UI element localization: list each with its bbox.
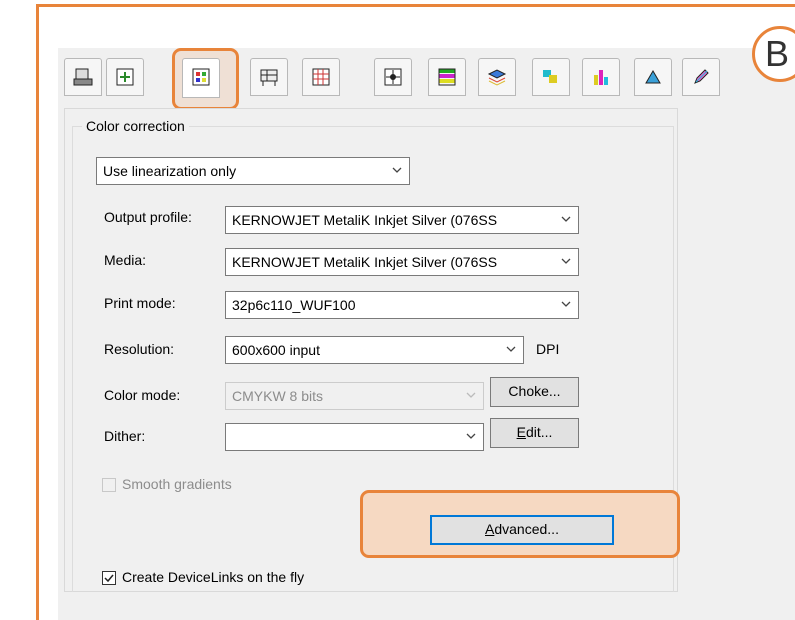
- tab-color-bars[interactable]: [428, 58, 466, 96]
- tab-grid[interactable]: [302, 58, 340, 96]
- tab-gamut[interactable]: [634, 58, 672, 96]
- tab-color-blocks[interactable]: [532, 58, 570, 96]
- media-value: KERNOWJET MetaliK Inkjet Silver (076SS: [232, 254, 498, 270]
- color-mode-value: CMYKW 8 bits: [232, 388, 324, 404]
- advanced-label-rest: dvanced...: [494, 521, 559, 537]
- tab-layers[interactable]: [478, 58, 516, 96]
- choke-button[interactable]: Choke...: [490, 377, 579, 407]
- resolution-select[interactable]: 600x600 input: [225, 336, 524, 364]
- target-icon: [384, 68, 402, 86]
- edit-label-rest: dit...: [525, 424, 553, 440]
- color-correction-icon: [192, 68, 210, 86]
- group-label: Color correction: [82, 118, 189, 134]
- create-devicelinks-label: Create DeviceLinks on the fly: [122, 569, 305, 585]
- tab-printer-setup[interactable]: [250, 58, 288, 96]
- checkmark-icon: [104, 574, 114, 583]
- chevron-down-icon: [506, 346, 516, 352]
- color-blocks-icon: [543, 70, 557, 83]
- dither-select[interactable]: [225, 423, 484, 451]
- smooth-gradients-label: Smooth gradients: [122, 476, 232, 492]
- media-label: Media:: [104, 252, 147, 268]
- output-profile-select[interactable]: KERNOWJET MetaliK Inkjet Silver (076SS: [225, 206, 579, 234]
- gamut-icon: [645, 70, 661, 84]
- chevron-down-icon: [561, 216, 571, 222]
- resolution-value: 600x600 input: [232, 342, 320, 358]
- printer-icon: [73, 68, 93, 86]
- dither-label: Dither:: [104, 428, 146, 444]
- output-profile-value: KERNOWJET MetaliK Inkjet Silver (076SS: [232, 212, 498, 228]
- create-devicelinks-checkbox[interactable]: [102, 571, 116, 585]
- page-layout-icon: [116, 68, 134, 86]
- tab-target[interactable]: [374, 58, 412, 96]
- color-bars-icon: [438, 68, 456, 86]
- correction-mode-select[interactable]: Use linearization only: [96, 157, 410, 185]
- tab-page-layout[interactable]: [106, 58, 144, 96]
- print-mode-value: 32p6c110_WUF100: [232, 297, 356, 313]
- edit-accelerator: E: [516, 424, 526, 440]
- tab-color-correction[interactable]: [182, 58, 220, 98]
- tab-printer[interactable]: [64, 58, 102, 96]
- output-profile-label: Output profile:: [104, 209, 192, 225]
- chevron-down-icon: [392, 167, 402, 173]
- smooth-gradients-checkbox[interactable]: [102, 478, 116, 492]
- tab-ink-bars[interactable]: [582, 58, 620, 96]
- color-mode-select[interactable]: CMYKW 8 bits: [225, 382, 484, 410]
- color-mode-label: Color mode:: [104, 387, 181, 403]
- resolution-unit: DPI: [536, 341, 560, 357]
- chevron-down-icon: [561, 301, 571, 307]
- resolution-label: Resolution:: [104, 341, 175, 357]
- chevron-down-icon: [466, 392, 476, 398]
- tab-strip: [64, 58, 795, 108]
- pen-icon: [694, 69, 709, 84]
- advanced-button[interactable]: Advanced...: [430, 515, 614, 545]
- chevron-down-icon: [466, 433, 476, 439]
- tab-pen[interactable]: [682, 58, 720, 96]
- ink-bars-icon: [594, 70, 608, 85]
- print-mode-label: Print mode:: [104, 295, 176, 311]
- correction-mode-value: Use linearization only: [103, 163, 237, 179]
- advanced-accelerator: A: [485, 521, 495, 537]
- print-mode-select[interactable]: 32p6c110_WUF100: [225, 291, 579, 319]
- printer-setup-icon: [260, 69, 278, 86]
- grid-icon: [312, 68, 330, 86]
- layers-icon: [487, 69, 507, 86]
- edit-button[interactable]: Edit...: [490, 418, 579, 448]
- media-select[interactable]: KERNOWJET MetaliK Inkjet Silver (076SS: [225, 248, 579, 276]
- chevron-down-icon: [561, 258, 571, 264]
